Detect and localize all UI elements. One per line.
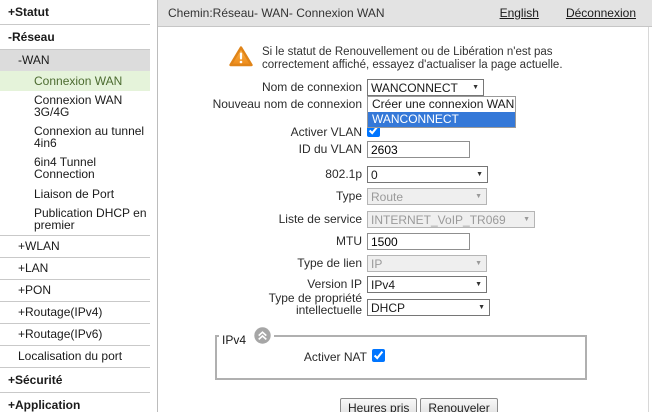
chevron-double-up-icon xyxy=(254,327,271,344)
sidebar-item-statut[interactable]: +Statut xyxy=(0,0,150,25)
connection-name-dropdown-list: Créer une connexion WAN WANCONNECT xyxy=(367,96,516,128)
enable-vlan-label: Activer VLAN xyxy=(290,124,362,139)
connection-name-value: WANCONNECT xyxy=(371,80,458,95)
link-type-select: IP ▼ xyxy=(367,255,487,272)
mtu-row: MTU xyxy=(158,233,470,250)
breadcrumb: Chemin:Réseau- WAN- Connexion WAN xyxy=(168,6,385,20)
sidebar-item-publication-dhcp[interactable]: Publication DHCP en premier xyxy=(0,204,150,236)
service-list-value: INTERNET_VoIP_TR069 xyxy=(371,212,506,227)
priority-select[interactable]: 0 ▼ xyxy=(367,166,488,183)
service-list-row: Liste de service INTERNET_VoIP_TR069 ▼ xyxy=(158,211,535,228)
sidebar-content-divider xyxy=(157,0,158,412)
action-buttons: Heures pris Renouveler xyxy=(340,398,498,412)
vlan-id-label: ID du VLAN xyxy=(298,142,362,156)
sidebar-item-connexion-wan-3g4g[interactable]: Connexion WAN 3G/4G xyxy=(0,91,150,122)
dropdown-option-create-wan[interactable]: Créer une connexion WAN xyxy=(368,97,515,112)
ip-version-label: Version IP xyxy=(307,277,362,291)
priority-row: 802.1p 0 ▼ xyxy=(158,166,488,183)
type-label: Type xyxy=(335,189,362,203)
ipv4-section: IPv4 Activer NAT xyxy=(215,327,587,380)
chevron-down-icon: ▼ xyxy=(476,171,483,178)
sidebar-item-routage-ipv6[interactable]: +Routage(IPv6) xyxy=(0,324,150,346)
ipv4-legend-text: IPv4 xyxy=(222,333,247,347)
sidebar-item-tunnel-4in6[interactable]: Connexion au tunnel 4in6 xyxy=(0,122,150,153)
sidebar-item-routage-ipv4[interactable]: +Routage(IPv4) xyxy=(0,302,150,324)
sidebar-nav: +Statut -Réseau -WAN Connexion WAN Conne… xyxy=(0,0,150,412)
router-admin-page: +Statut -Réseau -WAN Connexion WAN Conne… xyxy=(0,0,652,412)
ip-type-select[interactable]: DHCP ▼ xyxy=(367,299,490,316)
sidebar-item-lan[interactable]: +LAN xyxy=(0,258,150,280)
warning-icon xyxy=(229,46,253,70)
language-link[interactable]: English xyxy=(500,6,539,20)
connection-name-row: Nom de connexion WANCONNECT ▼ xyxy=(158,79,484,96)
warning-text: Si le statut de Renouvellement ou de Lib… xyxy=(262,46,563,71)
breadcrumb-bar: Chemin:Réseau- WAN- Connexion WAN Englis… xyxy=(158,0,652,27)
renew-button[interactable]: Renouveler xyxy=(420,398,498,412)
enable-nat-checkbox[interactable] xyxy=(372,349,385,362)
chevron-down-icon: ▼ xyxy=(475,281,482,288)
sidebar-item-localisation-du-port[interactable]: Localisation du port xyxy=(0,346,150,368)
enable-nat-label: Activer NAT xyxy=(303,350,367,364)
sidebar-item-securite[interactable]: +Sécurité xyxy=(0,368,150,393)
ip-type-row: Type de propriété intellectuelle DHCP ▼ xyxy=(158,292,490,316)
mtu-label: MTU xyxy=(336,234,362,248)
sidebar-item-reseau[interactable]: -Réseau xyxy=(0,25,150,50)
ip-type-label: Type de propriété intellectuelle xyxy=(268,291,362,317)
new-connection-name-row: Nouveau nom de connexion xyxy=(158,98,362,111)
logout-link[interactable]: Déconnexion xyxy=(566,6,636,20)
link-type-value: IP xyxy=(371,256,383,271)
service-list-label: Liste de service xyxy=(278,212,362,226)
content-right-edge xyxy=(648,27,649,412)
new-connection-name-label: Nouveau nom de connexion xyxy=(212,97,362,111)
vlan-id-input[interactable] xyxy=(367,141,470,158)
connection-name-label: Nom de connexion xyxy=(261,80,362,94)
collapse-section-button[interactable] xyxy=(254,327,271,347)
mtu-input[interactable] xyxy=(367,233,470,250)
release-button[interactable]: Heures pris xyxy=(340,398,418,412)
vlan-id-row: ID du VLAN xyxy=(158,141,470,158)
ip-type-value: DHCP xyxy=(371,300,406,315)
ip-version-select[interactable]: IPv4 ▼ xyxy=(367,276,487,293)
enable-vlan-row: Activer VLAN xyxy=(158,124,380,140)
chevron-down-icon: ▼ xyxy=(475,193,482,200)
sidebar-item-6in4-tunnel[interactable]: 6in4 Tunnel Connection xyxy=(0,153,150,184)
sidebar-item-wan[interactable]: -WAN xyxy=(0,50,150,71)
chevron-down-icon: ▼ xyxy=(475,260,482,267)
link-type-row: Type de lien IP ▼ xyxy=(158,255,487,272)
dropdown-option-wanconnect[interactable]: WANCONNECT xyxy=(368,112,515,127)
type-row: Type Route ▼ xyxy=(158,188,487,205)
sidebar-item-wlan[interactable]: +WLAN xyxy=(0,236,150,258)
chevron-down-icon: ▼ xyxy=(472,84,479,91)
sidebar-item-connexion-wan[interactable]: Connexion WAN xyxy=(0,71,150,91)
sidebar-item-pon[interactable]: +PON xyxy=(0,280,150,302)
type-value: Route xyxy=(371,189,404,204)
chevron-down-icon: ▼ xyxy=(523,216,530,223)
type-select: Route ▼ xyxy=(367,188,487,205)
connection-name-select[interactable]: WANCONNECT ▼ xyxy=(367,79,484,96)
ipv4-legend: IPv4 xyxy=(219,327,275,347)
service-list-select: INTERNET_VoIP_TR069 ▼ xyxy=(367,211,535,228)
sidebar-item-liaison-de-port[interactable]: Liaison de Port xyxy=(0,184,150,204)
priority-value: 0 xyxy=(371,167,378,182)
chevron-down-icon: ▼ xyxy=(478,304,485,311)
sidebar-item-application[interactable]: +Application xyxy=(0,393,150,412)
priority-label: 802.1p xyxy=(325,167,362,181)
link-type-label: Type de lien xyxy=(297,256,362,270)
ip-version-value: IPv4 xyxy=(371,277,396,292)
